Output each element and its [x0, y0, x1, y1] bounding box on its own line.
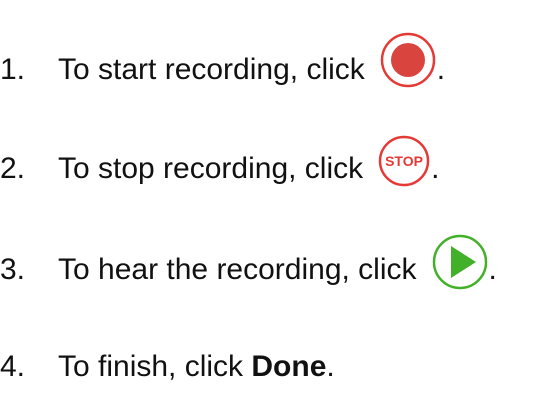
step-text: To finish, click [58, 350, 252, 383]
stop-icon[interactable]: STOP [377, 134, 431, 188]
step-number: 2. [0, 152, 26, 185]
step-1: 1. To start recording, click . [0, 32, 446, 105]
step-2: 2. To stop recording, click STOP . [0, 134, 439, 204]
step-number: 3. [0, 253, 26, 286]
step-3: 3. To hear the recording, click . [0, 233, 497, 305]
step-number: 1. [0, 53, 26, 86]
record-icon[interactable] [379, 31, 437, 89]
step-4: 4. To finish, click Done . [0, 332, 335, 402]
step-number: 4. [0, 350, 26, 383]
step-text: To stop recording, click [58, 152, 364, 185]
done-label: Done [251, 350, 327, 383]
step-text: To start recording, click [58, 53, 365, 86]
play-icon[interactable] [431, 233, 489, 291]
stop-icon-label: STOP [385, 153, 423, 169]
step-text: To hear the recording, click [58, 253, 417, 286]
step-suffix: . [431, 152, 440, 185]
step-suffix: . [488, 253, 497, 286]
step-suffix: . [436, 53, 446, 86]
step-suffix: . [326, 350, 335, 383]
